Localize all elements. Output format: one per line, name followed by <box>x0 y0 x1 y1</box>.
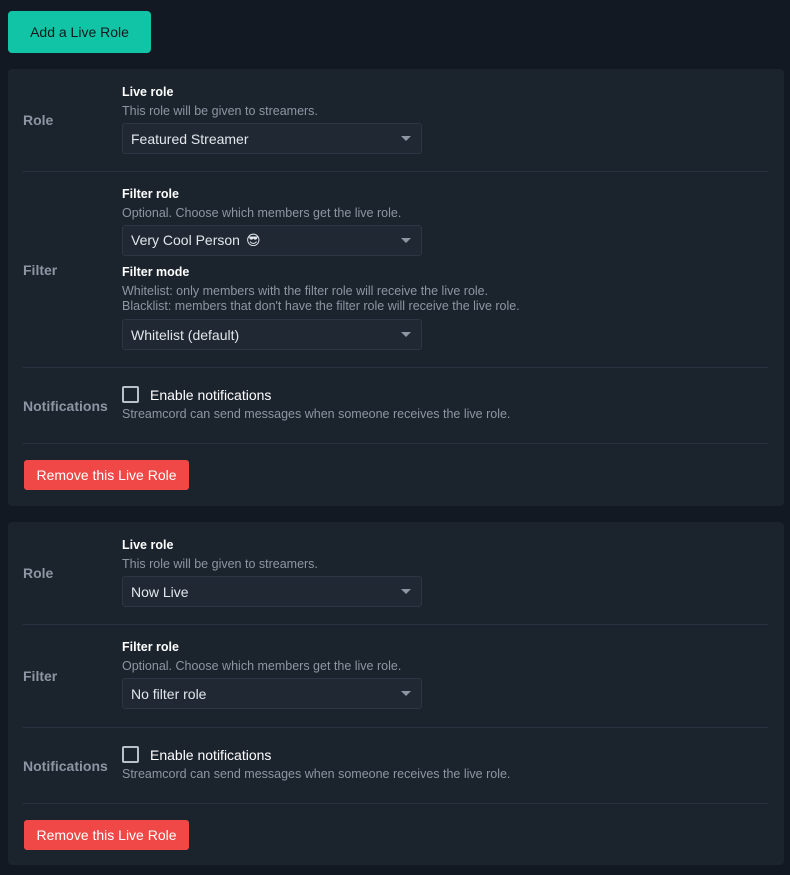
chevron-down-icon <box>401 136 411 141</box>
filter-row-label: Filter <box>23 262 58 278</box>
filter-mode-select[interactable]: Whitelist (default) <box>122 319 422 350</box>
notifications-row: Notifications Enable notifications Strea… <box>23 727 768 804</box>
filter-row-label: Filter <box>23 668 58 684</box>
notifications-description: Streamcord can send messages when someon… <box>122 407 511 421</box>
live-role-select-value: Featured Streamer <box>131 130 249 147</box>
chevron-down-icon <box>401 332 411 337</box>
live-role-description: This role will be given to streamers. <box>122 557 318 571</box>
chevron-down-icon <box>401 238 411 243</box>
role-row-label: Role <box>23 112 54 128</box>
add-live-role-button[interactable]: Add a Live Role <box>8 11 151 53</box>
chevron-down-icon <box>401 589 411 594</box>
enable-notifications-toggle[interactable]: Enable notifications <box>122 386 271 403</box>
remove-live-role-button[interactable]: Remove this Live Role <box>24 460 189 490</box>
filter-mode-description-blacklist: Blacklist: members that don't have the f… <box>122 299 520 313</box>
filter-mode-description-whitelist: Whitelist: only members with the filter … <box>122 284 489 298</box>
filter-role-title: Filter role <box>122 640 179 654</box>
filter-role-select[interactable]: No filter role <box>122 678 422 709</box>
live-role-select[interactable]: Now Live <box>122 576 422 607</box>
live-role-description: This role will be given to streamers. <box>122 104 318 118</box>
remove-live-role-button[interactable]: Remove this Live Role <box>24 820 189 850</box>
enable-notifications-checkbox[interactable] <box>122 386 139 403</box>
notifications-row-label: Notifications <box>23 758 108 774</box>
enable-notifications-checkbox[interactable] <box>122 746 139 763</box>
filter-row: Filter Filter role Optional. Choose whic… <box>23 171 768 368</box>
live-role-select-value: Now Live <box>131 583 189 600</box>
enable-notifications-toggle[interactable]: Enable notifications <box>122 746 271 763</box>
role-row: Role Live role This role will be given t… <box>23 69 768 172</box>
live-role-title: Live role <box>122 85 174 99</box>
live-role-select[interactable]: Featured Streamer <box>122 123 422 154</box>
chevron-down-icon <box>401 691 411 696</box>
role-row: Role Live role This role will be given t… <box>23 522 768 625</box>
filter-role-select[interactable]: Very Cool Person 😎 <box>122 225 422 256</box>
filter-role-description: Optional. Choose which members get the l… <box>122 659 402 673</box>
enable-notifications-label: Enable notifications <box>150 386 272 403</box>
filter-mode-title: Filter mode <box>122 265 190 279</box>
filter-role-description: Optional. Choose which members get the l… <box>122 206 402 220</box>
filter-role-title: Filter role <box>122 187 179 201</box>
enable-notifications-label: Enable notifications <box>150 746 272 763</box>
filter-role-select-value: Very Cool Person 😎 <box>131 232 261 248</box>
notifications-row: Notifications Enable notifications Strea… <box>23 367 768 444</box>
notifications-description: Streamcord can send messages when someon… <box>122 767 511 781</box>
filter-role-select-value: No filter role <box>131 685 207 702</box>
live-role-card: Role Live role This role will be given t… <box>8 69 784 506</box>
live-role-card: Role Live role This role will be given t… <box>8 522 784 865</box>
filter-mode-select-value: Whitelist (default) <box>131 326 240 343</box>
role-row-label: Role <box>23 565 54 581</box>
filter-row: Filter Filter role Optional. Choose whic… <box>23 624 768 728</box>
sunglasses-emoji-icon: 😎 <box>245 232 261 248</box>
live-role-title: Live role <box>122 538 174 552</box>
notifications-row-label: Notifications <box>23 398 108 414</box>
